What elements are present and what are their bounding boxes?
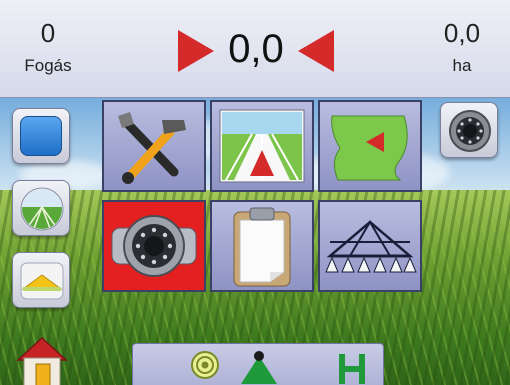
- swath-count-unit: Fogás: [24, 56, 72, 75]
- last-pass-guidance-button[interactable]: [12, 252, 70, 308]
- cross-track-error: 0,0: [178, 22, 334, 82]
- bottom-status-bar: [132, 343, 384, 385]
- report-tile[interactable]: [210, 200, 314, 292]
- applied-area-value: 0,0: [443, 18, 481, 48]
- vehicle-view-tile[interactable]: [210, 100, 314, 192]
- blank-screen-icon: [20, 116, 62, 156]
- straight-guidance-icon: [20, 187, 64, 231]
- field-map-tile[interactable]: [318, 100, 422, 192]
- vehicle-view-icon: [219, 109, 305, 183]
- camera-icon: [111, 215, 197, 277]
- home-button[interactable]: [12, 330, 72, 385]
- camera-icon: [449, 110, 491, 152]
- steer-left-arrow-icon: [298, 30, 334, 72]
- vehicle-guidance-icon[interactable]: [241, 351, 277, 384]
- swath-counter: 0 Fogás: [8, 18, 88, 78]
- blank-screen-button[interactable]: [12, 108, 70, 164]
- boom-status-icon[interactable]: [339, 354, 365, 384]
- tools-icon: [118, 112, 186, 184]
- swath-count-value: 0: [40, 18, 56, 48]
- last-pass-guidance-icon: [20, 262, 64, 300]
- applied-area: 0,0 ha: [422, 18, 502, 78]
- applied-area-unit: ha: [452, 56, 472, 75]
- camera-button[interactable]: [440, 102, 498, 158]
- report-clipboard-icon: [233, 207, 291, 287]
- camera-tile[interactable]: [102, 200, 206, 292]
- home-icon: [16, 336, 68, 385]
- tools-tile[interactable]: [102, 100, 206, 192]
- steer-right-arrow-icon: [178, 30, 214, 72]
- straight-guidance-button[interactable]: [12, 180, 70, 236]
- field-map-icon: [331, 115, 408, 181]
- boom-section-icon: [325, 220, 417, 273]
- boom-section-tile[interactable]: [318, 200, 422, 292]
- status-header: 0 Fogás 0,0 0,0 ha: [0, 0, 510, 98]
- gps-status-icon[interactable]: [191, 351, 219, 379]
- cross-track-value: 0,0: [228, 27, 284, 71]
